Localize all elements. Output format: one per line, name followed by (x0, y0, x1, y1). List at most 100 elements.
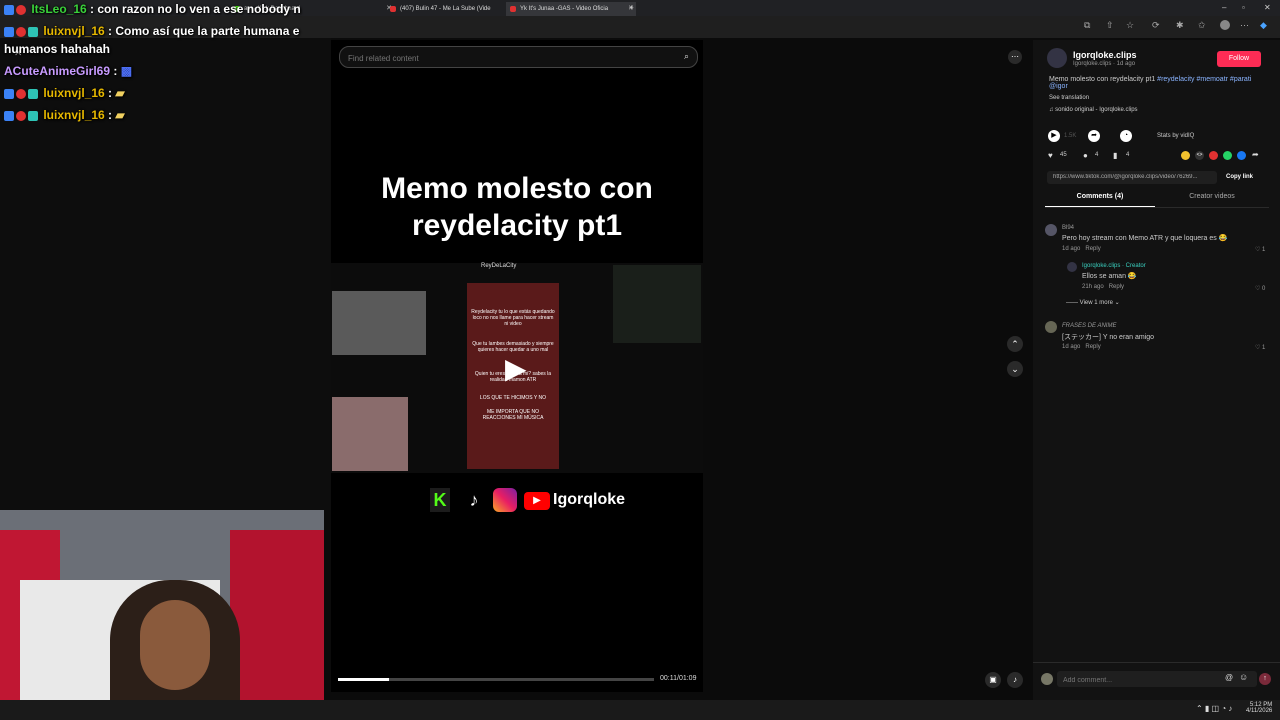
tiktok-logo-icon: ♪ (469, 490, 479, 510)
send-to-friends-icon[interactable] (1209, 151, 1218, 160)
like-count: 45 (1060, 152, 1067, 158)
bookmark-star-icon[interactable]: ☆ (1126, 20, 1134, 31)
profile-avatar[interactable] (1220, 20, 1230, 30)
instagram-logo-icon (493, 488, 517, 512)
video-thumb-gym (332, 291, 426, 355)
emote-icon: ▩ (120, 64, 133, 78)
copilot-icon[interactable]: ◆ (1260, 20, 1267, 31)
more-share-icon[interactable]: ➦ (1252, 150, 1259, 159)
avatar[interactable] (1045, 321, 1057, 333)
divider (1045, 207, 1269, 208)
view-more-replies[interactable]: —— View 1 more ⌄ (1066, 299, 1120, 306)
video-progress-fill (338, 678, 389, 681)
youtube-favicon-icon (510, 6, 516, 12)
search-icon[interactable]: ⌕ (684, 51, 689, 62)
restore-icon[interactable]: ▫ (1242, 0, 1245, 16)
youtube-logo-icon: ▶ (524, 492, 550, 510)
divider (1033, 662, 1280, 663)
copy-link-button[interactable]: Copy link (1226, 174, 1253, 180)
favorites-icon[interactable]: ✩ (1198, 20, 1206, 31)
comment-meta: 1d ago Reply (1062, 246, 1101, 252)
extensions-icon[interactable]: ✱ (1176, 20, 1184, 31)
like-icon[interactable]: ♥ (1048, 151, 1053, 160)
share-icon[interactable]: ➦ (1088, 130, 1100, 142)
play-count: 1.5K (1064, 133, 1077, 139)
mini-player-icon[interactable]: ▣ (985, 672, 1001, 688)
share-icon[interactable]: ⇧ (1106, 20, 1114, 31)
play-count-icon: ▶ (1048, 130, 1060, 142)
video-details-panel: Igorqloke.clips Igorqloke.clips · 1d ago… (1033, 40, 1280, 700)
follow-button[interactable]: Follow (1217, 51, 1261, 67)
comment-user[interactable]: FRASES DE ANIME (1062, 323, 1116, 329)
profile-name[interactable]: Igorqloke.clips (1073, 50, 1137, 60)
menu-dots-icon[interactable]: ⋯ (1240, 20, 1249, 31)
video-title-overlay: Memo molesto con reydelacity pt1 (381, 172, 653, 242)
add-comment-box: @ ☺ (1057, 671, 1257, 687)
kick-logo-icon: K (430, 488, 450, 512)
verified-badge-icon (4, 110, 14, 121)
tab-youtube-junaa[interactable]: Yk It's Junaa -GAS - Video Oficia ✕ (506, 2, 636, 16)
find-related-search: ⌕ (339, 46, 698, 68)
more-options-icon[interactable]: ⋯ (1008, 50, 1022, 64)
comment-like[interactable]: ♡ 1 (1255, 246, 1265, 253)
install-app-icon[interactable]: ⧉ (1084, 20, 1090, 31)
search-input[interactable] (346, 50, 670, 66)
stats-by-label: Stats by vidIQ (1157, 133, 1195, 139)
comment-text: [ステッカー] Y no eran amigo (1062, 334, 1155, 341)
avatar (1041, 673, 1053, 685)
whatsapp-icon[interactable] (1223, 151, 1232, 160)
facebook-icon[interactable] (1237, 151, 1246, 160)
profile-sub: Igorqloke.clips · 1d ago (1073, 61, 1136, 67)
sub-badge-icon (16, 26, 26, 37)
save-icon[interactable]: ▮ (1113, 151, 1117, 160)
see-translation-link[interactable]: See translation (1049, 95, 1089, 101)
comment-text: Ellos se aman 😂 (1082, 273, 1137, 280)
analytics-icon[interactable]: ◔ (1120, 130, 1132, 142)
chat-message: ACuteAnimeGirl69 : ▩ (4, 64, 133, 78)
brand-name: Igorqloke (553, 491, 626, 508)
emote-icon: ▰ (115, 86, 125, 100)
chat-message: luixnvjl_16 : ▰ (4, 86, 125, 100)
next-video-icon[interactable]: ⌄ (1007, 361, 1023, 377)
avatar[interactable] (1067, 262, 1077, 272)
sub-badge-icon (16, 4, 26, 15)
avatar[interactable] (1047, 48, 1067, 68)
comment-user[interactable]: Bl94 (1062, 225, 1074, 231)
comment-user[interactable]: Igorqloke.clips · Creator (1082, 263, 1146, 269)
comment-meta: 1d ago Reply (1062, 344, 1101, 350)
close-window-icon[interactable]: ✕ (1264, 0, 1271, 16)
mention-icon[interactable]: @ (1225, 673, 1233, 682)
tab-comments[interactable]: Comments (4) (1045, 193, 1155, 200)
embed-icon[interactable]: <> (1195, 151, 1204, 160)
comment-icon[interactable]: ● (1083, 151, 1088, 160)
webcam-feed (0, 510, 324, 720)
minimize-icon[interactable]: – (1222, 0, 1226, 16)
sub-badge-icon (16, 110, 26, 121)
comment-like[interactable]: ♡ 0 (1255, 285, 1265, 292)
verified-badge-icon (4, 88, 14, 99)
video-progress-bar[interactable] (338, 678, 654, 681)
emoji-share-icon[interactable] (1181, 151, 1190, 160)
comment-like[interactable]: ♡ 1 (1255, 344, 1265, 351)
verified-badge-icon (4, 4, 14, 15)
refresh-icon[interactable]: ⟳ (1152, 20, 1160, 31)
post-comment-button[interactable]: ↑ (1259, 673, 1271, 685)
volume-icon[interactable]: ♪ (1007, 672, 1023, 688)
chat-message-continuation: humanos hahahah (4, 42, 111, 56)
taskbar-clock[interactable]: 5:12 PM 4/11/2026 (1246, 702, 1272, 714)
video-link-field[interactable]: https://www.tiktok.com/@igorqloke.clips/… (1047, 171, 1217, 184)
sound-link[interactable]: ♫ sonido original - Igorqloke.clips (1049, 107, 1138, 113)
add-comment-input[interactable] (1061, 673, 1215, 687)
save-count: 4 (1126, 152, 1130, 158)
chat-panel-screenshot (613, 265, 701, 343)
tab-youtube-bulin[interactable]: (407) Bulin 47 - Me La Sube (Vide ✕ (386, 2, 516, 16)
play-icon[interactable]: ▶ (505, 352, 527, 385)
new-tab-icon[interactable]: + (629, 0, 634, 16)
tab-creator-videos[interactable]: Creator videos (1157, 193, 1267, 200)
taskbar: ⌃ ▮ ◫ ◔ ♪ 5:12 PM 4/11/2026 (0, 700, 1280, 720)
previous-video-icon[interactable]: ⌃ (1007, 336, 1023, 352)
emoji-icon[interactable]: ☺ (1239, 672, 1248, 682)
system-tray-icons[interactable]: ⌃ ▮ ◫ ◔ ♪ (1196, 704, 1232, 713)
chat-message: luixnvjl_16 : ▰ (4, 108, 125, 122)
avatar[interactable] (1045, 224, 1057, 236)
